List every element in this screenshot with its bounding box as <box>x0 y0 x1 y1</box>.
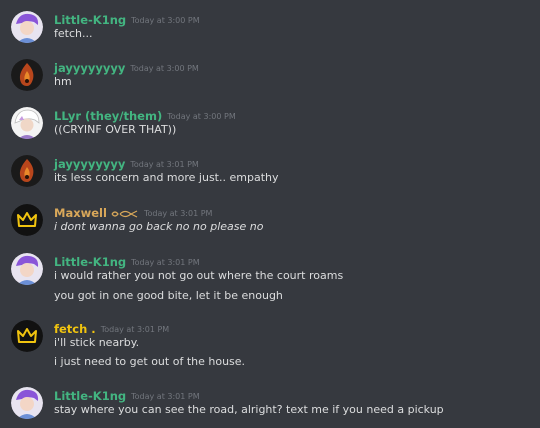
message-text: i'll stick nearby. <box>54 336 140 349</box>
author-name[interactable]: Little-K1ng <box>54 255 126 269</box>
author-name[interactable]: Maxwell <box>54 206 107 220</box>
author-name[interactable]: fetch . <box>54 322 96 336</box>
purple-hair-avatar-icon[interactable] <box>11 253 43 285</box>
timestamp: Today at 3:01 PM <box>100 325 170 334</box>
message-text: i just need to get out of the house. <box>54 355 246 368</box>
timestamp: Today at 3:01 PM <box>143 209 213 218</box>
author-name[interactable]: jayyyyyyyy <box>54 157 125 171</box>
author-name[interactable]: Little-K1ng <box>54 389 126 403</box>
author-name[interactable]: jayyyyyyyy <box>54 61 125 75</box>
purple-hair-avatar-icon[interactable] <box>11 387 43 419</box>
timestamp: Today at 3:01 PM <box>130 160 199 169</box>
purple-hair-avatar-icon[interactable] <box>11 11 43 43</box>
author-name[interactable]: Little-K1ng <box>54 13 126 27</box>
message-text: its less concern and more just.. empathy <box>54 171 279 184</box>
timestamp: Today at 3:00 PM <box>131 16 200 25</box>
fire-avatar-icon[interactable] <box>11 155 43 187</box>
timestamp: Today at 3:00 PM <box>167 112 236 121</box>
fire-avatar-icon[interactable] <box>11 59 43 91</box>
message-text: you got in one good bite, let it be enou… <box>54 289 283 302</box>
message-text: i would rather you not go out where the … <box>54 269 344 282</box>
timestamp: Today at 3:01 PM <box>131 392 200 401</box>
timestamp: Today at 3:01 PM <box>131 258 200 267</box>
message-text: i dont wanna go back no no please no <box>54 220 264 233</box>
author-name[interactable]: LLyr (they/them) <box>54 109 162 123</box>
message-text: hm <box>54 75 72 88</box>
timestamp: Today at 3:00 PM <box>130 64 199 73</box>
white-hair-avatar-icon[interactable] <box>11 107 43 139</box>
crown-avatar-icon[interactable] <box>11 320 43 352</box>
crown-avatar-icon[interactable] <box>11 204 43 236</box>
message-text: stay where you can see the road, alright… <box>54 403 444 416</box>
message-text: ((CRYINF OVER THAT)) <box>54 123 177 136</box>
message-text: fetch... <box>54 27 93 40</box>
